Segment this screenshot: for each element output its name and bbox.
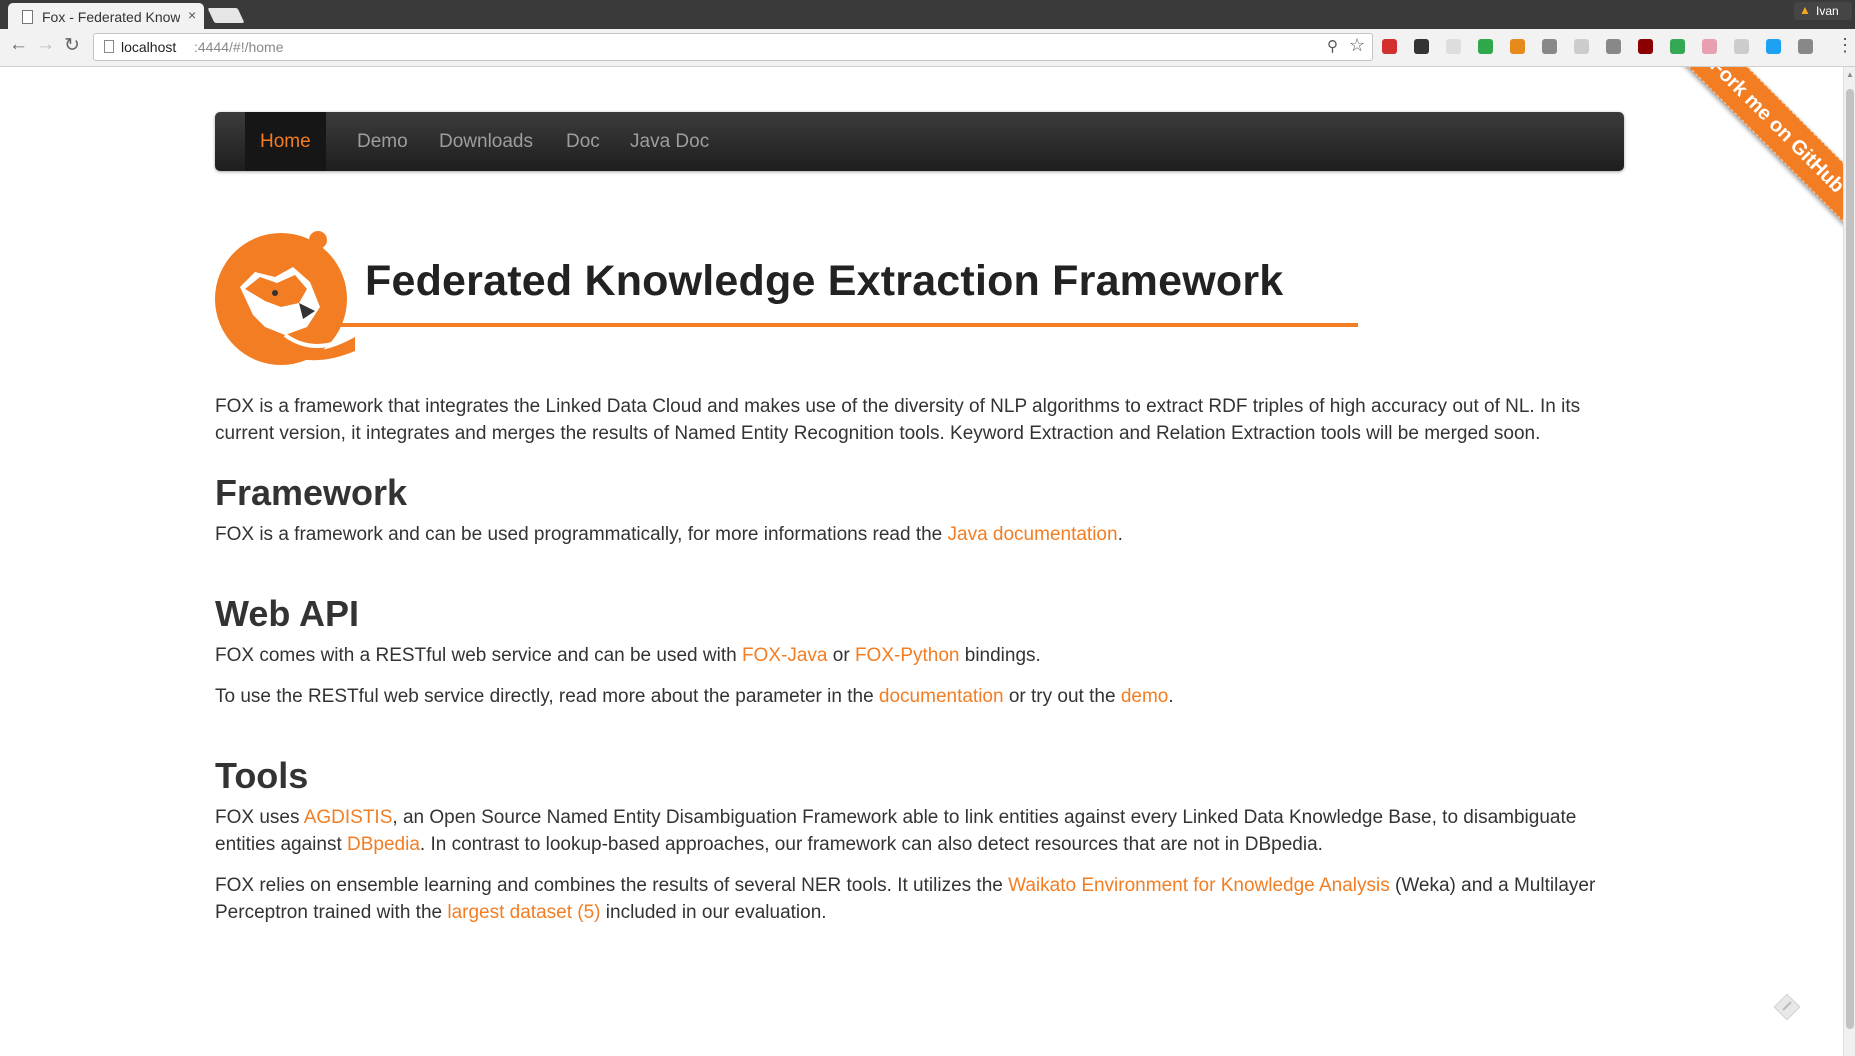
toolbox-icon[interactable] <box>1510 39 1525 54</box>
title-underline <box>337 323 1358 327</box>
agdistis-link[interactable]: AGDISTIS <box>304 807 393 828</box>
nav-java-doc[interactable]: Java Doc <box>615 112 724 171</box>
forward-icon[interactable]: → <box>36 34 55 56</box>
framework-text-end: . <box>1117 524 1123 545</box>
zoom-icon[interactable]: ⚲ <box>1327 37 1338 55</box>
feather-icon[interactable] <box>1446 39 1461 54</box>
documentation-link[interactable]: documentation <box>879 686 1004 707</box>
tools-heading: Tools <box>215 755 309 796</box>
scroll-thumb[interactable] <box>1846 89 1854 1029</box>
page-content: Home Demo Downloads Doc Java Doc Fork me… <box>0 67 1843 1056</box>
g-icon[interactable] <box>1606 39 1621 54</box>
intro-paragraph: FOX is a framework that integrates the L… <box>215 396 1581 444</box>
twitter-icon[interactable] <box>1766 39 1781 54</box>
tab-title: Fox - Federated Knowledge Extraction Fra… <box>42 9 180 25</box>
nav-demo[interactable]: Demo <box>342 112 423 171</box>
gear-off-icon[interactable] <box>1798 39 1813 54</box>
warning-icon: ▲ <box>1799 3 1811 17</box>
webapi-text: FOX comes with a RESTful web service and… <box>215 645 742 666</box>
framework-text: FOX is a framework and can be used progr… <box>215 524 948 545</box>
tools-text: FOX uses <box>215 807 304 828</box>
close-tab-icon[interactable]: × <box>188 7 196 23</box>
hero-header: Federated Knowledge Extraction Framework <box>215 227 1395 377</box>
webapi-text: or try out the <box>1003 686 1121 707</box>
bookmark-star-icon[interactable]: ☆ <box>1349 35 1365 56</box>
ublock-icon[interactable] <box>1638 39 1653 54</box>
fox-java-link[interactable]: FOX-Java <box>742 645 828 666</box>
tools-text: . In contrast to lookup-based approaches… <box>419 834 1323 855</box>
browser-toolbar: ← → ↻ localhost :4444/#!/home ⚲ ☆ ⋮ <box>0 29 1855 67</box>
nav-downloads[interactable]: Downloads <box>424 112 548 171</box>
ribbon-band: Fork me on GitHub <box>1659 67 1843 244</box>
tools-paragraph-2: FOX relies on ensemble learning and comb… <box>215 872 1625 926</box>
nav-home[interactable]: Home <box>245 112 326 171</box>
browser-tab[interactable]: Fox - Federated Knowledge Extraction Fra… <box>8 3 204 29</box>
brush-icon[interactable] <box>1702 39 1717 54</box>
site-navbar: Home Demo Downloads Doc Java Doc <box>215 112 1624 171</box>
dbpedia-link[interactable]: DBpedia <box>347 834 420 855</box>
sheet-icon[interactable] <box>1670 39 1685 54</box>
lastpass-icon[interactable] <box>1382 39 1397 54</box>
framework-paragraph: FOX is a framework and can be used progr… <box>215 521 1625 548</box>
webapi-text: . <box>1168 686 1174 707</box>
address-bar[interactable]: localhost :4444/#!/home ⚲ ☆ <box>93 33 1373 61</box>
grid-icon[interactable] <box>1574 39 1589 54</box>
fox-python-link[interactable]: FOX-Python <box>855 645 960 666</box>
chat-icon[interactable] <box>1734 39 1749 54</box>
document-icon <box>22 10 33 24</box>
github-ribbon[interactable]: Fork me on GitHub <box>1638 67 1843 277</box>
url-path: :4444/#!/home <box>194 39 284 55</box>
url-host: localhost <box>121 39 177 55</box>
tools-text: FOX relies on ensemble learning and comb… <box>215 875 1009 896</box>
page-title: Federated Knowledge Extraction Framework <box>365 257 1284 305</box>
profile-button[interactable]: ▲ Ivan <box>1794 2 1852 20</box>
browser-menu-icon[interactable]: ⋮ <box>1836 35 1854 56</box>
new-tab-button[interactable] <box>207 8 245 23</box>
nav-doc[interactable]: Doc <box>551 112 615 171</box>
profile-name: Ivan <box>1816 4 1839 18</box>
fox-logo-icon <box>215 231 355 365</box>
webapi-text: To use the RESTful web service directly,… <box>215 686 879 707</box>
page-scrollbar[interactable]: ▲ <box>1843 67 1855 1056</box>
webapi-text: or <box>827 645 855 666</box>
webapi-text: bindings. <box>959 645 1041 666</box>
tools-paragraph-1: FOX uses AGDISTIS, an Open Source Named … <box>215 804 1625 858</box>
weka-link[interactable]: Waikato Environment for Knowledge Analys… <box>1008 875 1390 896</box>
back-icon[interactable]: ← <box>9 34 28 56</box>
scroll-up-arrow-icon[interactable]: ▲ <box>1846 70 1854 79</box>
feedback-widget-icon[interactable] <box>1772 992 1802 1022</box>
ghostery-icon[interactable] <box>1414 39 1429 54</box>
browser-tab-bar: Fox - Federated Knowledge Extraction Fra… <box>0 0 1855 29</box>
tiny-icon[interactable] <box>1542 39 1557 54</box>
webapi-heading: Web API <box>215 593 360 634</box>
largest-dataset-link[interactable]: largest dataset (5) <box>447 902 600 923</box>
java-documentation-link[interactable]: Java documentation <box>948 524 1118 545</box>
ribbon-label[interactable]: Fork me on GitHub <box>1660 67 1843 243</box>
tools-text: included in our evaluation. <box>600 902 827 923</box>
page-icon <box>104 40 114 53</box>
reload-icon[interactable]: ↻ <box>64 34 80 57</box>
framework-heading: Framework <box>215 472 408 513</box>
green-circle-icon[interactable] <box>1478 39 1493 54</box>
webapi-paragraph-2: To use the RESTful web service directly,… <box>215 683 1625 710</box>
webapi-paragraph-1: FOX comes with a RESTful web service and… <box>215 642 1625 669</box>
demo-link[interactable]: demo <box>1121 686 1169 707</box>
